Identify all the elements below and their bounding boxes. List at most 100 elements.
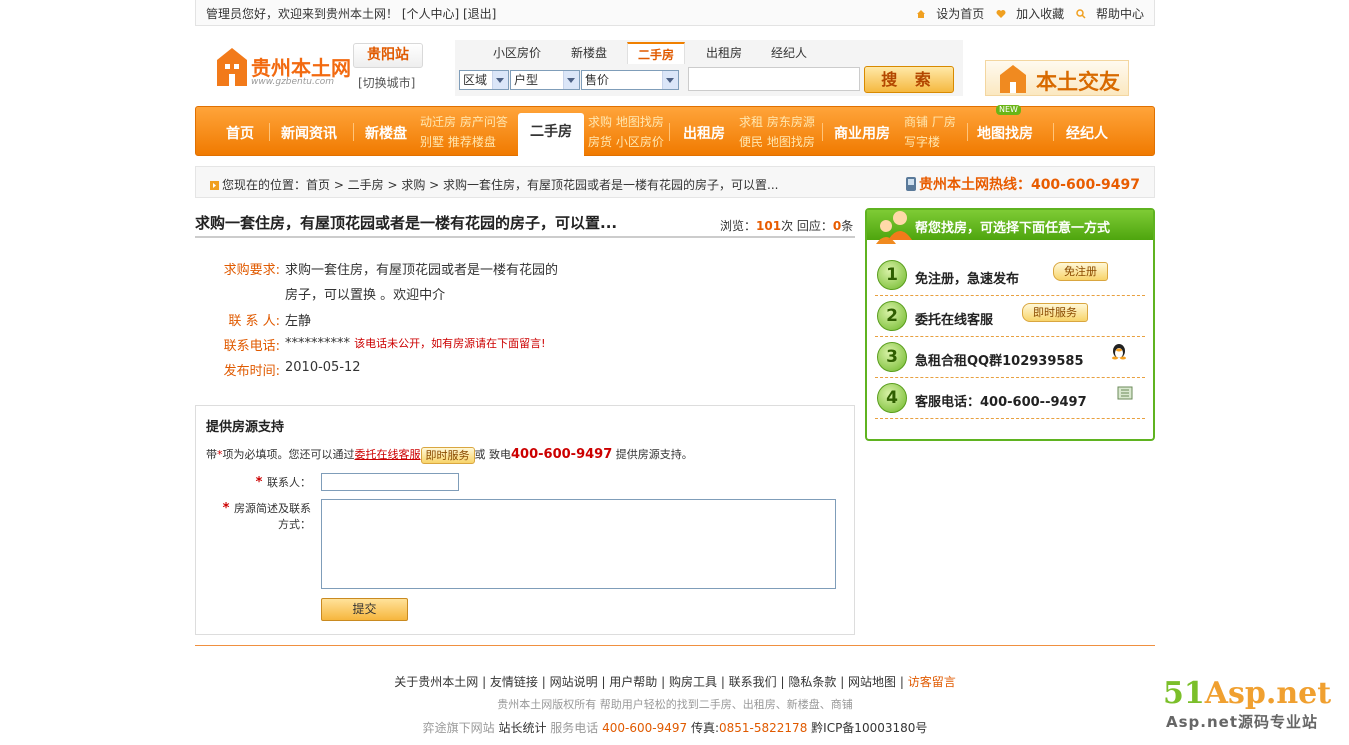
help-find-header: 帮您找房，可选择下面任意一方式: [867, 210, 1153, 244]
footer-link-contact[interactable]: 联系我们: [729, 675, 777, 689]
form-tip: 带*项为必填项。您还可以通过委托在线客服 即时服务或 致电400-600-9497…: [206, 446, 693, 464]
form-heading: 提供房源支持: [206, 420, 285, 435]
footer-link-intro[interactable]: 网站说明: [550, 675, 598, 689]
contact-field-label: * 联系人：: [255, 475, 311, 490]
post-stats: 浏览：101次 回应：0条: [720, 219, 854, 233]
phone-label: 联系电话:: [223, 339, 280, 354]
add-favorite-link[interactable]: 加入收藏: [996, 7, 1064, 21]
req-value: 求购一套住房，有屋顶花园或者是一楼有花园的: [285, 263, 559, 278]
phone-icon: [905, 177, 916, 191]
nav-divider: [353, 123, 354, 141]
tab-second-hand[interactable]: 二手房: [627, 42, 686, 64]
nav-divider: [967, 123, 968, 141]
nav-divider: [669, 123, 670, 141]
switch-city-link[interactable]: [切换城市]: [358, 74, 415, 91]
tab-agent[interactable]: 经纪人: [771, 44, 807, 61]
nav-commercial-sub[interactable]: 商铺 厂房 写字楼: [904, 112, 956, 152]
nav-rent-sub[interactable]: 求租 房东房源 便民 地图找房: [739, 112, 815, 152]
footer-links: 关于贵州本土网 | 友情链接 | 网站说明 | 用户帮助 | 购房工具 | 联系…: [394, 675, 956, 689]
footer-link-sitemap[interactable]: 网站地图: [848, 675, 896, 689]
step-text: 急租合租QQ群102939585: [915, 354, 1084, 369]
search-panel: 小区房价 新楼盘 二手房 出租房 经纪人 区域 户型 售价 搜 索: [455, 40, 963, 96]
breadcrumb: 您现在的位置：首页 > 二手房 > 求购 > 求购一套住房，有屋顶花园或者是一楼…: [195, 166, 1155, 198]
footer-link-guestbook[interactable]: 访客留言: [908, 675, 956, 689]
tab-new-house[interactable]: 新楼盘: [571, 44, 607, 61]
search-button[interactable]: 搜 索: [864, 66, 954, 93]
req-value-2: 房子，可以置换 。欢迎中介: [285, 288, 446, 303]
footer-copyright: 贵州本土网版权所有 帮助用户轻松的找到二手房、出租房、新楼盘、商铺: [497, 698, 853, 711]
house-logo-icon: [217, 48, 247, 86]
side-step-4: 4 客服电话：400-600--9497: [875, 379, 1145, 419]
step-number: 2: [877, 301, 907, 331]
nav-map[interactable]: 地图找房: [977, 123, 1033, 143]
submit-button[interactable]: 提交: [321, 598, 408, 621]
req-label: 求购要求:: [223, 263, 280, 278]
main-nav: 首页 新闻资讯 新楼盘 动迁房 房产问答 别墅 推荐楼盘 二手房 求购 地图找房…: [195, 105, 1155, 157]
footer-link-friends[interactable]: 友情链接: [490, 675, 538, 689]
icp-link[interactable]: 黔ICP备10003180号: [811, 721, 927, 735]
footer-divider: [195, 645, 1155, 646]
help-center-link[interactable]: 帮助中心: [1076, 7, 1144, 21]
nav-commercial[interactable]: 商业用房: [834, 123, 890, 143]
online-service-link[interactable]: 委托在线客服: [355, 448, 421, 461]
search-tabs: 小区房价 新楼盘 二手房 出租房 经纪人: [455, 42, 963, 64]
contact-label: 联 系 人:: [228, 314, 280, 329]
reply-form: 提供房源支持 带*项为必填项。您还可以通过委托在线客服 即时服务或 致电400-6…: [195, 405, 855, 635]
footer-link-privacy[interactable]: 隐私条款: [788, 675, 836, 689]
register-free-button[interactable]: 免注册: [1053, 262, 1108, 281]
home-icon: [917, 10, 926, 18]
nav-new-house-sub[interactable]: 动迁房 房产问答 别墅 推荐楼盘: [420, 112, 508, 152]
step-number: 1: [877, 260, 907, 290]
tab-rent[interactable]: 出租房: [706, 44, 742, 61]
logo-url: www.gzbentu.com: [251, 77, 335, 87]
footer-link-about[interactable]: 关于贵州本土网: [394, 675, 478, 689]
nav-agent[interactable]: 经纪人: [1066, 123, 1108, 143]
step-text: 委托在线客服: [915, 313, 994, 328]
step-text: 客服电话：400-600--9497: [915, 395, 1087, 410]
current-city: 贵阳站: [353, 43, 423, 68]
instant-service-button[interactable]: 即时服务: [420, 446, 475, 464]
layout-select[interactable]: 户型: [510, 70, 580, 90]
watermark-logo: 51Asp.net: [1163, 676, 1332, 711]
step-number: 4: [877, 383, 907, 413]
nav-rent[interactable]: 出租房: [683, 123, 725, 143]
arrow-icon: [210, 181, 219, 190]
nav-news[interactable]: 新闻资讯: [281, 123, 337, 143]
qq-penguin-icon[interactable]: [1111, 342, 1127, 360]
nav-second-hand[interactable]: 二手房: [518, 113, 584, 157]
stats-link[interactable]: 站长统计: [498, 721, 546, 735]
time-value: 2010-05-12: [285, 360, 361, 375]
description-textarea[interactable]: [321, 499, 836, 589]
tab-community-price[interactable]: 小区房价: [493, 44, 541, 61]
nav-home[interactable]: 首页: [226, 123, 254, 143]
nav-second-hand-sub[interactable]: 求购 地图找房 房货 小区房价: [588, 112, 664, 152]
desc-field-label: * 房源简述及联系 方式：: [222, 501, 311, 531]
instant-service-button[interactable]: 即时服务: [1022, 303, 1088, 322]
search-input[interactable]: [688, 67, 860, 91]
contact-value: 左静: [285, 314, 312, 329]
price-select[interactable]: 售价: [581, 70, 679, 90]
site-logo[interactable]: 贵州本土网 www.gzbentu.com: [217, 46, 351, 90]
step-number: 3: [877, 342, 907, 372]
nav-new-house[interactable]: 新楼盘: [365, 123, 407, 143]
title-divider: [195, 236, 855, 238]
side-step-2: 2 委托在线客服 即时服务: [875, 297, 1145, 337]
district-select[interactable]: 区域: [459, 70, 509, 90]
phone-note: 该电话未公开，如有房源请在下面留言!: [354, 337, 546, 350]
nav-divider: [269, 123, 270, 141]
header: 贵州本土网 www.gzbentu.com 贵阳站 [切换城市] 小区房价 新楼…: [195, 26, 1155, 106]
footer-link-tools[interactable]: 购房工具: [669, 675, 717, 689]
footer-info: 弈途旗下网站 站长统计 服务电话 400-600-9497 传真:0851-58…: [422, 721, 928, 735]
hotline: 贵州本土网热线：400-600-9497: [905, 174, 1140, 194]
jiaoyou-banner[interactable]: 本土交友: [985, 60, 1129, 96]
help-find-box: 帮您找房，可选择下面任意一方式 1 免注册，急速发布 免注册 2 委托在线客服 …: [865, 208, 1155, 441]
post-title: 求购一套住房，有屋顶花园或者是一楼有花园的房子，可以置...: [195, 214, 618, 232]
heart-icon: [996, 10, 1006, 18]
time-label: 发布时间:: [223, 364, 280, 379]
contact-input[interactable]: [321, 473, 459, 491]
set-home-link[interactable]: 设为首页: [916, 7, 984, 21]
footer-link-help[interactable]: 用户帮助: [609, 675, 657, 689]
breadcrumb-text: 您现在的位置：首页 > 二手房 > 求购 > 求购一套住房，有屋顶花园或者是一楼…: [210, 176, 779, 193]
step-text: 免注册，急速发布: [915, 272, 1020, 287]
phone-value: ********** 该电话未公开，如有房源请在下面留言!: [285, 336, 546, 351]
